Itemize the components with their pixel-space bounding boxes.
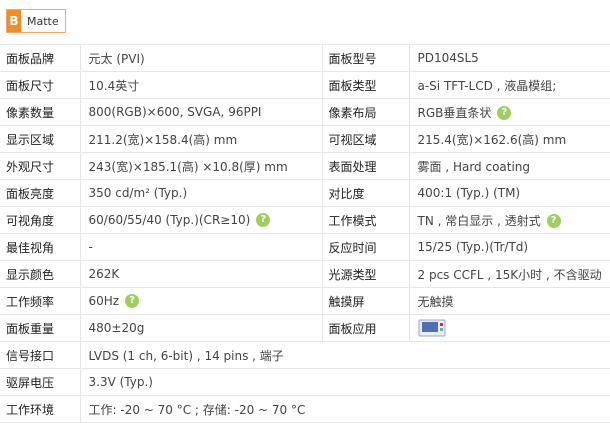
label-display-colors: 显示颜色 <box>0 260 80 288</box>
label-outline-size: 外观尺寸 <box>0 152 80 180</box>
label-viewing-angle: 可视角度 <box>0 206 80 234</box>
value-viewing-angle: 60/60/55/40 (Typ.)(CR≥10) <box>88 212 251 227</box>
value-best-view: - <box>79 233 322 261</box>
help-icon[interactable]: ? <box>497 106 512 120</box>
table-row: 面板尺寸 10.4英寸 面板类型 a-Si TFT-LCD , 液晶模组; <box>0 71 610 99</box>
label-panel-model: 面板型号 <box>321 44 409 72</box>
table-row: 驱屏电压 3.3V (Typ.) <box>0 368 610 396</box>
value-outline-size: 243(宽)×185.1(高) ×10.8(厚) mm <box>79 152 322 180</box>
label-pixel-layout: 像素布局 <box>321 98 409 126</box>
table-row: 可视角度 60/60/55/40 (Typ.)(CR≥10)? 工作模式 TN … <box>0 206 610 234</box>
table-row: 工作频率 60Hz? 触摸屏 无触摸 <box>0 287 610 315</box>
label-panel-brand: 面板品牌 <box>0 44 80 72</box>
label-best-view: 最佳视角 <box>0 233 80 261</box>
value-light-source: 2 pcs CCFL , 15K小时 , 不含驱动 <box>408 260 610 288</box>
value-panel-brand: 元太 (PVI) <box>79 44 322 72</box>
table-row: 面板品牌 元太 (PVI) 面板型号 PD104SL5 <box>0 44 610 72</box>
table-row: 信号接口 LVDS (1 ch, 6-bit) , 14 pins , 端子 <box>0 341 610 369</box>
label-panel-type: 面板类型 <box>321 71 409 99</box>
help-icon[interactable]: ? <box>546 214 561 228</box>
value-pixel-layout-cell: RGB垂直条状? <box>408 98 610 126</box>
value-panel-weight: 480±20g <box>79 314 322 342</box>
value-signal-interface: LVDS (1 ch, 6-bit) , 14 pins , 端子 <box>79 341 610 369</box>
label-viewing-area: 可视区域 <box>321 125 409 153</box>
value-frequency-cell: 60Hz? <box>79 287 322 315</box>
help-icon[interactable]: ? <box>256 213 271 228</box>
table-row: 工作环境 工作: -20 ~ 70 °C ; 存储: -20 ~ 70 °C <box>0 395 610 423</box>
value-brightness: 350 cd/m² (Typ.) <box>79 179 322 207</box>
label-response-time: 反应时间 <box>321 233 409 261</box>
value-environment: 工作: -20 ~ 70 °C ; 存储: -20 ~ 70 °C <box>79 395 610 423</box>
value-pixel-count: 800(RGB)×600, SVGA, 96PPI <box>79 98 322 126</box>
value-contrast: 400:1 (Typ.) (TM) <box>408 179 610 207</box>
table-row: 面板重量 480±20g 面板应用 <box>0 314 610 342</box>
value-viewing-area: 215.4(宽)×162.6(高) mm <box>408 125 610 153</box>
label-light-source: 光源类型 <box>321 260 409 288</box>
label-frequency: 工作频率 <box>0 287 80 315</box>
value-work-mode-cell: TN , 常白显示 , 透射式? <box>408 206 610 234</box>
label-contrast: 对比度 <box>321 179 409 207</box>
label-panel-size: 面板尺寸 <box>0 71 80 99</box>
label-work-mode: 工作模式 <box>321 206 409 234</box>
value-touch-screen: 无触摸 <box>408 287 610 315</box>
value-viewing-angle-cell: 60/60/55/40 (Typ.)(CR≥10)? <box>79 206 322 234</box>
label-brightness: 面板亮度 <box>0 179 80 207</box>
help-icon[interactable]: ? <box>125 294 140 309</box>
table-row: 最佳视角 - 反应时间 15/25 (Typ.)(Tr/Td) <box>0 233 610 261</box>
value-pixel-layout: RGB垂直条状 <box>417 105 492 120</box>
label-panel-application: 面板应用 <box>321 314 409 342</box>
label-environment: 工作环境 <box>0 395 80 423</box>
badge-label: Matte <box>21 10 65 32</box>
value-panel-model: PD104SL5 <box>408 44 610 72</box>
header-bar: B Matte <box>0 0 610 44</box>
value-display-area: 211.2(宽)×158.4(高) mm <box>79 125 322 153</box>
value-drive-voltage: 3.3V (Typ.) <box>79 368 610 396</box>
application-device-icon[interactable] <box>418 319 446 337</box>
table-row: 面板亮度 350 cd/m² (Typ.) 对比度 400:1 (Typ.) (… <box>0 179 610 207</box>
spec-table: 面板品牌 元太 (PVI) 面板型号 PD104SL5 面板尺寸 10.4英寸 … <box>0 44 610 423</box>
label-display-area: 显示区域 <box>0 125 80 153</box>
table-row: 显示颜色 262K 光源类型 2 pcs CCFL , 15K小时 , 不含驱动 <box>0 260 610 288</box>
value-panel-application <box>408 314 610 342</box>
value-panel-size: 10.4英寸 <box>79 71 322 99</box>
badge-letter: B <box>7 10 21 32</box>
surface-badge: B Matte <box>6 9 66 33</box>
label-signal-interface: 信号接口 <box>0 341 80 369</box>
label-pixel-count: 像素数量 <box>0 98 80 126</box>
label-drive-voltage: 驱屏电压 <box>0 368 80 396</box>
value-display-colors: 262K <box>79 260 322 288</box>
label-panel-weight: 面板重量 <box>0 314 80 342</box>
value-work-mode: TN , 常白显示 , 透射式 <box>417 213 541 228</box>
value-response-time: 15/25 (Typ.)(Tr/Td) <box>408 233 610 261</box>
value-surface-treatment: 雾面 , Hard coating <box>408 152 610 180</box>
value-panel-type: a-Si TFT-LCD , 液晶模组; <box>408 71 610 99</box>
table-row: 显示区域 211.2(宽)×158.4(高) mm 可视区域 215.4(宽)×… <box>0 125 610 153</box>
label-surface-treatment: 表面处理 <box>321 152 409 180</box>
value-frequency: 60Hz <box>88 293 120 308</box>
table-row: 像素数量 800(RGB)×600, SVGA, 96PPI 像素布局 RGB垂… <box>0 98 610 126</box>
label-touch-screen: 触摸屏 <box>321 287 409 315</box>
table-row: 外观尺寸 243(宽)×185.1(高) ×10.8(厚) mm 表面处理 雾面… <box>0 152 610 180</box>
